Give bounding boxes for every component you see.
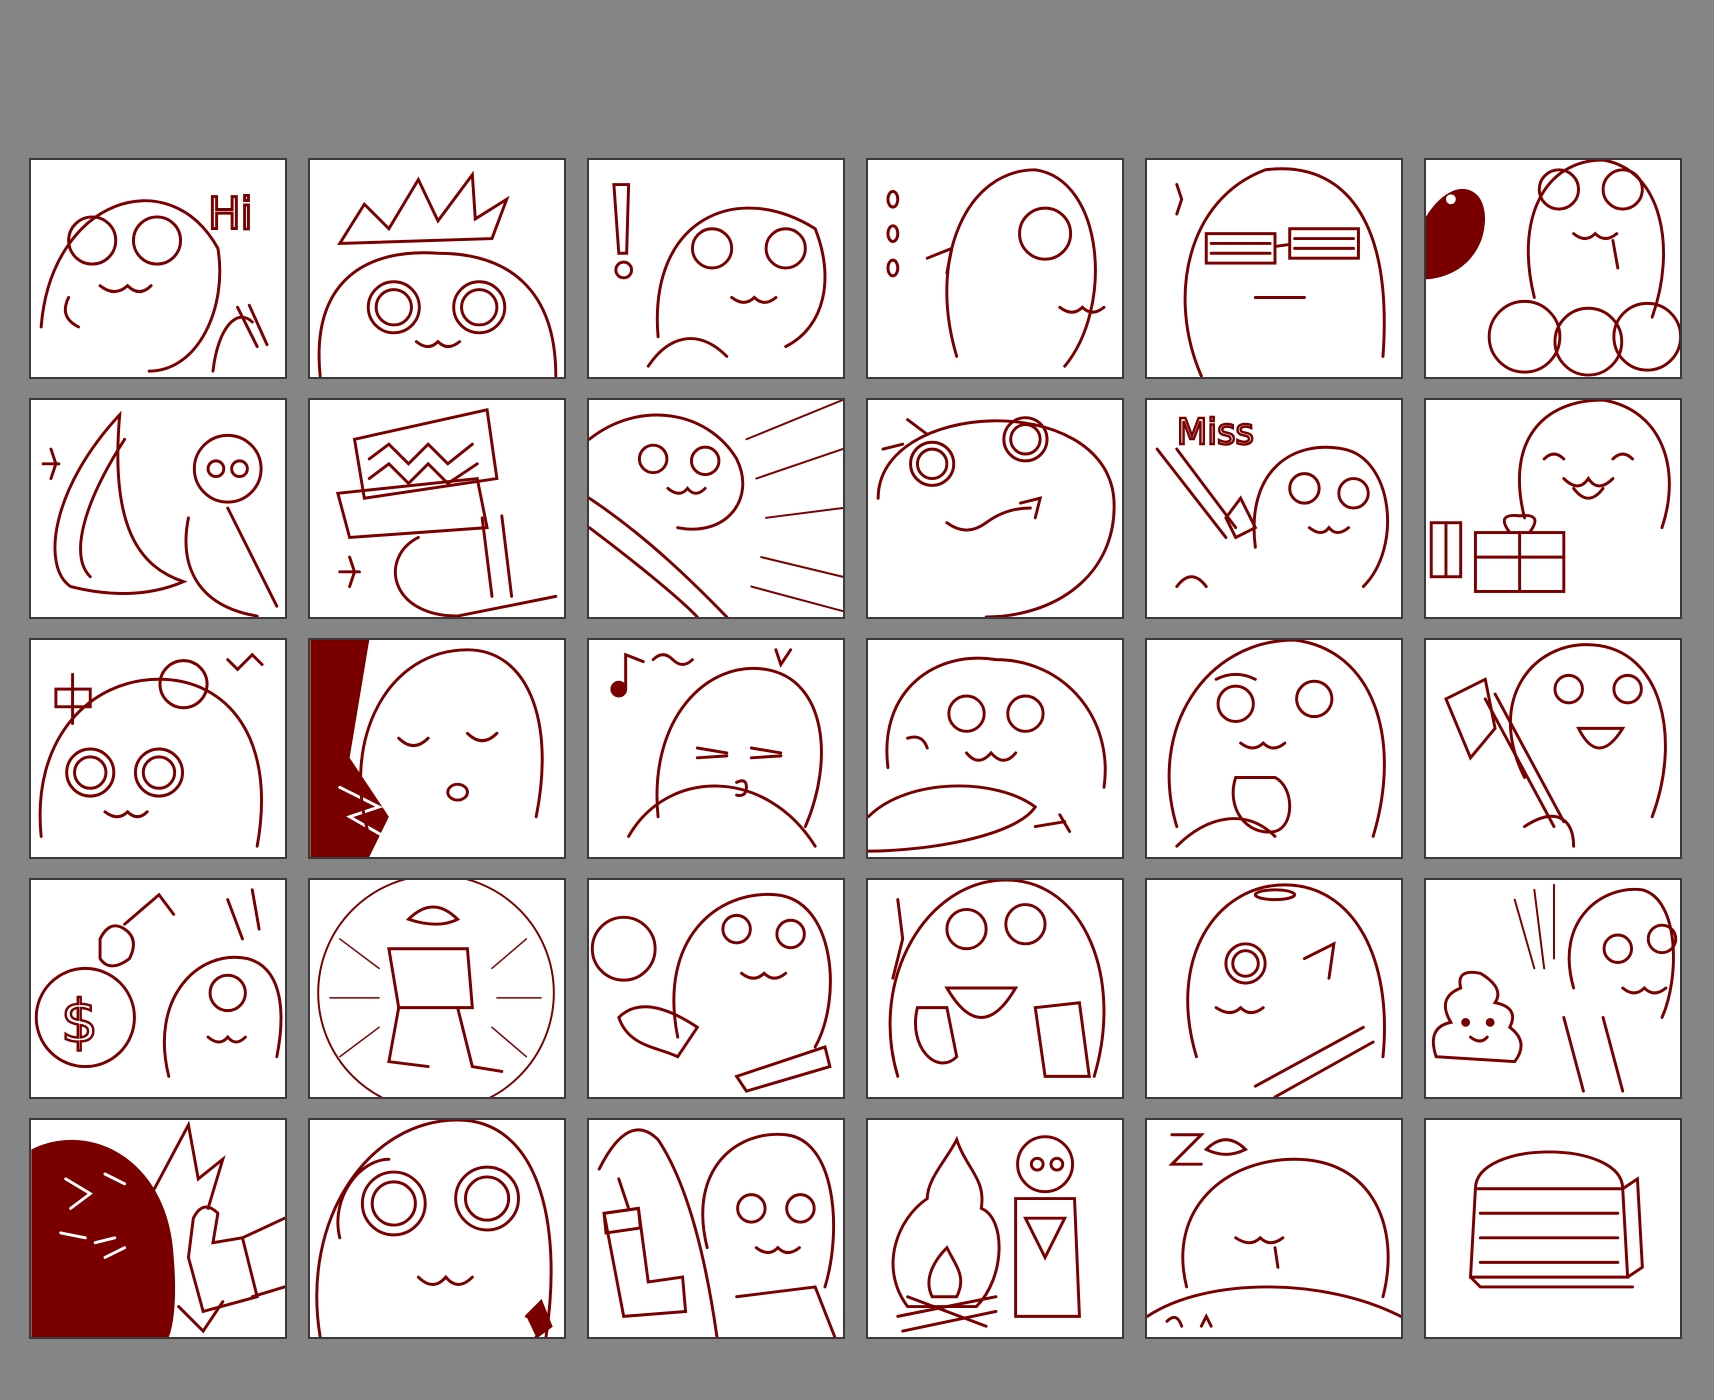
trap-icon <box>335 408 558 617</box>
cheer-icon <box>888 880 1106 1078</box>
emote-tile-halo[interactable] <box>1145 878 1403 1099</box>
exclamation-icon <box>612 183 827 368</box>
whistle-icon <box>310 640 544 857</box>
emote-tile-exclaim[interactable] <box>587 158 845 379</box>
bump-icon <box>38 652 264 848</box>
eating-icon <box>868 656 1107 853</box>
emote-tile-money[interactable]: $ <box>29 878 287 1099</box>
ellipsis-icon <box>886 168 1106 368</box>
drool-icon <box>1426 160 1680 377</box>
emote-tile-whistle[interactable] <box>308 638 566 859</box>
smug-icon <box>876 416 1116 617</box>
bubble-icon <box>590 892 832 1093</box>
speed-lines-icon <box>589 400 843 617</box>
rolling-icon <box>317 880 555 1097</box>
surprised-icon <box>315 1120 553 1337</box>
emote-tile-trap[interactable] <box>308 398 566 619</box>
miss-text: Miss <box>1177 412 1254 453</box>
emote-tile-surprised[interactable] <box>308 1118 566 1339</box>
emote-tile-stocking[interactable] <box>587 1118 845 1339</box>
emote-tile-gift[interactable] <box>1424 398 1682 619</box>
emote-tile-sleeping[interactable] <box>1145 1118 1403 1339</box>
gift-icon <box>1429 400 1671 593</box>
emote-tile-boomerang[interactable] <box>29 398 287 619</box>
miss-icon: Miss <box>1155 411 1390 589</box>
emote-tile-dash[interactable] <box>587 398 845 619</box>
emote-tile-bubble[interactable] <box>587 878 845 1099</box>
emote-tile-thumbs[interactable] <box>29 1118 287 1339</box>
emote-tile-thinking[interactable] <box>1145 638 1403 859</box>
music-icon <box>610 648 823 848</box>
emote-tile-eating[interactable] <box>866 638 1124 859</box>
thinking-icon <box>1167 640 1386 848</box>
hi-wave-icon: Hi <box>39 188 269 373</box>
emote-tile-miss[interactable]: Miss <box>1145 398 1403 619</box>
emote-tile-bump[interactable] <box>29 638 287 859</box>
emote-tile-poop[interactable] <box>1424 878 1682 1099</box>
emote-tile-chest[interactable] <box>1424 1118 1682 1339</box>
thumbs-up-icon <box>31 1120 285 1337</box>
emote-tile-cheer[interactable] <box>866 878 1124 1099</box>
glasses-icon <box>1175 167 1386 377</box>
stocking-icon <box>597 1128 837 1337</box>
hi-text: Hi <box>208 190 252 240</box>
campfire-icon <box>891 1135 1081 1333</box>
treasure-chest-icon <box>1468 1150 1644 1289</box>
emote-tile-smug[interactable] <box>866 398 1124 619</box>
crown-icon <box>317 170 558 377</box>
emote-tile-rolling[interactable] <box>308 878 566 1099</box>
halo-icon <box>1186 883 1386 1097</box>
emote-tile-glasses[interactable] <box>1145 158 1403 379</box>
emote-tile-crown[interactable] <box>308 158 566 379</box>
emote-tile-drool[interactable] <box>1424 158 1682 379</box>
emote-tile-music[interactable] <box>587 638 845 859</box>
axe-icon <box>1444 643 1667 848</box>
poop-icon <box>1431 883 1678 1093</box>
money-bag-icon: $ <box>34 888 283 1078</box>
svg-text:$: $ <box>61 987 98 1056</box>
boomerang-icon <box>41 410 279 617</box>
emote-tile-axe[interactable] <box>1424 638 1682 859</box>
emote-tile-hi[interactable]: Hi <box>29 158 287 379</box>
emote-sheet: Hi Miss $ <box>0 0 1714 1400</box>
emote-tile-ellipsis[interactable] <box>866 158 1124 379</box>
emote-tile-campfire[interactable] <box>866 1118 1124 1339</box>
sleeping-icon <box>1147 1133 1401 1328</box>
